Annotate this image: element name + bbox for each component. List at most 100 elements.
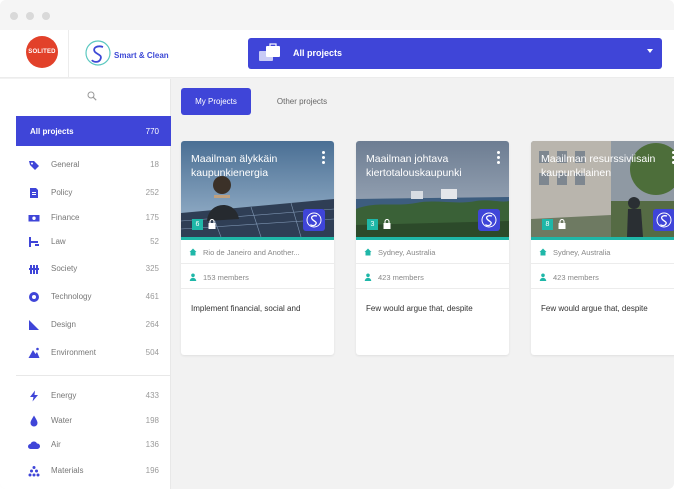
sidebar-item-count: 136	[145, 440, 159, 449]
sidebar-item-count: 196	[145, 466, 159, 475]
sidebar-item-label: Materials	[51, 466, 84, 475]
people-icon	[29, 265, 39, 274]
project-location: Rio de Janeiro and Another...	[203, 248, 300, 257]
project-count-badge: 3	[367, 219, 378, 230]
project-card[interactable]: Maailman johtava kiertotalouskaupunki 3 …	[356, 141, 509, 355]
sidebar-item-environment[interactable]: Environment 504	[16, 344, 171, 362]
project-members: 153 members	[203, 273, 249, 282]
sidebar-item-label: Law	[51, 237, 66, 246]
project-location-row: Sydney, Australia	[531, 240, 674, 264]
sidebar-item-count: 325	[145, 264, 159, 273]
smart-clean-badge-icon	[656, 212, 672, 228]
project-description: Few would argue that, despite	[366, 304, 473, 313]
divider	[68, 30, 69, 78]
sidebar-item-label: All projects	[30, 127, 74, 136]
home-icon	[189, 248, 197, 256]
materials-icon	[28, 466, 40, 477]
sidebar-item-policy[interactable]: Policy 252	[16, 184, 171, 202]
briefcase-icon	[259, 43, 280, 61]
project-members: 423 members	[378, 273, 424, 282]
home-icon	[539, 248, 547, 256]
project-title: Maailman resurssiviisain kaupunkilainen	[541, 153, 656, 179]
organization-logo-text: SOLITED	[28, 49, 56, 55]
project-select-dropdown[interactable]: All projects	[248, 38, 662, 69]
drop-icon	[30, 415, 38, 427]
window-minimize-button[interactable]	[26, 12, 34, 20]
cloud-icon	[28, 441, 40, 449]
sidebar-item-count: 264	[145, 320, 159, 329]
sidebar-item-label: Air	[51, 440, 61, 449]
app-name: Smart & Clean	[114, 51, 169, 60]
more-options-icon[interactable]	[497, 151, 500, 166]
window-maximize-button[interactable]	[42, 12, 50, 20]
sidebar-item-label: Design	[51, 320, 76, 329]
gavel-icon	[29, 237, 39, 247]
more-options-icon[interactable]	[322, 151, 325, 166]
project-title: Maailman älykkäin kaupunkienergia	[191, 153, 278, 179]
sidebar-item-label: Technology	[51, 292, 92, 301]
sidebar-item-all-projects[interactable]: All projects 770	[16, 116, 171, 146]
chevron-down-icon	[647, 49, 653, 53]
organization-logo[interactable]: SOLITED	[26, 36, 58, 68]
tag-icon	[29, 161, 39, 170]
tab-other-projects[interactable]: Other projects	[259, 88, 345, 115]
sidebar-item-count: 52	[150, 237, 159, 246]
project-location: Sydney, Australia	[553, 248, 611, 257]
sidebar-item-materials[interactable]: Materials 196	[16, 462, 171, 480]
home-icon	[364, 248, 372, 256]
mountain-icon	[28, 347, 40, 358]
project-title: Maailman johtava kiertotalouskaupunki	[366, 153, 462, 179]
project-location-row: Rio de Janeiro and Another...	[181, 240, 334, 264]
document-icon	[30, 188, 38, 198]
project-count-badge: 8	[542, 219, 553, 230]
project-location: Sydney, Australia	[378, 248, 436, 257]
sidebar-item-label: Water	[51, 416, 73, 425]
sidebar-item-label: General	[51, 160, 80, 169]
sidebar-item-count: 461	[145, 292, 159, 301]
smart-clean-badge-icon	[306, 212, 322, 228]
sidebar-item-label: Energy	[51, 391, 77, 400]
project-card[interactable]: Maailman älykkäin kaupunkienergia 6 Rio …	[181, 141, 334, 355]
tab-my-projects[interactable]: My Projects	[181, 88, 251, 115]
sidebar-item-general[interactable]: General 18	[16, 156, 171, 174]
sidebar-item-count: 770	[145, 127, 159, 136]
app-window: SOLITED Smart & Clean All projects All p…	[0, 0, 674, 489]
project-members-row: 423 members	[356, 265, 509, 289]
project-type-badge	[478, 209, 500, 231]
sidebar-item-count: 504	[145, 348, 159, 357]
money-icon	[28, 215, 40, 222]
person-icon	[539, 273, 547, 281]
person-icon	[189, 273, 197, 281]
project-description: Few would argue that, despite	[541, 304, 648, 313]
project-select-label: All projects	[293, 48, 343, 58]
lock-icon	[208, 219, 216, 229]
bolt-icon	[30, 390, 38, 402]
smart-clean-logo-icon	[85, 40, 111, 66]
sidebar-item-society[interactable]: Society 325	[16, 260, 171, 278]
sidebar-item-count: 198	[145, 416, 159, 425]
chip-icon	[29, 292, 39, 302]
sidebar-item-technology[interactable]: Technology 461	[16, 288, 171, 306]
search-icon[interactable]	[87, 91, 97, 101]
sidebar-item-law[interactable]: Law 52	[16, 233, 171, 251]
window-titlebar	[0, 0, 674, 30]
sidebar-item-design[interactable]: Design 264	[16, 316, 171, 334]
person-icon	[364, 273, 372, 281]
sidebar-item-count: 252	[145, 188, 159, 197]
project-members: 423 members	[553, 273, 599, 282]
smart-clean-badge-icon	[481, 212, 497, 228]
project-card[interactable]: Maailman resurssiviisain kaupunkilainen …	[531, 141, 674, 355]
sidebar-item-finance[interactable]: Finance 175	[16, 209, 171, 227]
project-description: Implement financial, social and	[191, 304, 301, 313]
project-type-badge	[653, 209, 674, 231]
sidebar-item-count: 18	[150, 160, 159, 169]
project-location-row: Sydney, Australia	[356, 240, 509, 264]
lock-icon	[558, 219, 566, 229]
sidebar-item-count: 433	[145, 391, 159, 400]
sidebar-divider	[16, 375, 171, 376]
sidebar-item-air[interactable]: Air 136	[16, 436, 171, 454]
sidebar-item-energy[interactable]: Energy 433	[16, 387, 171, 405]
sidebar-item-water[interactable]: Water 198	[16, 412, 171, 430]
window-close-button[interactable]	[10, 12, 18, 20]
project-type-badge	[303, 209, 325, 231]
